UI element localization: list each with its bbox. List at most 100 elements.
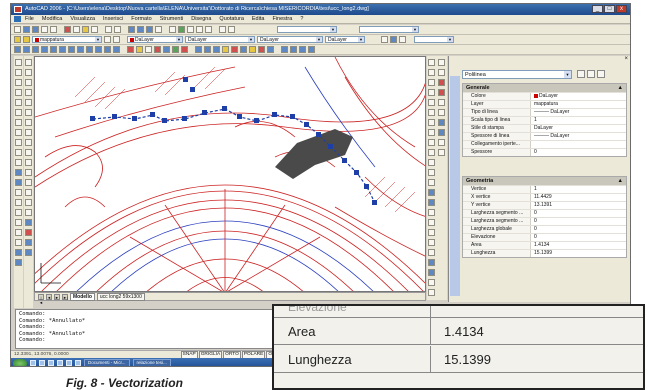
tool-icon-e[interactable] <box>428 279 435 286</box>
light-icon[interactable] <box>222 46 229 53</box>
ucs-face-icon[interactable] <box>308 46 315 53</box>
tool-icon-a[interactable] <box>15 249 22 256</box>
drawing-canvas[interactable] <box>34 56 426 292</box>
materials-icon[interactable] <box>231 46 238 53</box>
prop-row[interactable]: Lunghezza 15.1399 <box>463 249 626 257</box>
inquiry-area-icon[interactable] <box>428 219 435 226</box>
spline-icon[interactable] <box>15 139 22 146</box>
tool-icon-k[interactable] <box>438 99 445 106</box>
layer-combo[interactable]: mappatura ▼ <box>32 36 102 43</box>
dim-continue-icon[interactable] <box>86 46 93 53</box>
next-tab-button[interactable]: ► <box>54 293 60 300</box>
join-icon[interactable] <box>25 179 32 186</box>
quicklaunch-icon[interactable] <box>39 360 45 366</box>
minimize-button[interactable]: _ <box>592 5 603 13</box>
help-icon[interactable] <box>228 26 235 33</box>
osnap-endpoint-icon[interactable] <box>428 59 435 66</box>
prop-row[interactable]: Area 1.4134 <box>463 241 626 249</box>
tool-icon-g[interactable] <box>438 59 445 66</box>
prop-row[interactable]: Layer mappatura <box>463 100 626 108</box>
open-icon[interactable] <box>23 26 30 33</box>
quicklaunch-icon[interactable] <box>30 360 36 366</box>
tool-icon-p[interactable] <box>438 149 445 156</box>
linetype-combo[interactable]: DaLayer ▼ <box>185 36 255 43</box>
quicklaunch-icon[interactable] <box>75 360 81 366</box>
menu-inserisci[interactable]: Inserisci <box>103 16 123 22</box>
mtext-icon[interactable] <box>15 239 22 246</box>
prop-row[interactable]: Tipo di linea ——— DaLayer <box>463 108 626 116</box>
tolerance-icon[interactable] <box>104 46 111 53</box>
layer-tool-icon[interactable] <box>25 229 32 236</box>
gradient-icon[interactable] <box>172 46 179 53</box>
ucs-world-icon[interactable] <box>290 46 297 53</box>
line-icon[interactable] <box>15 59 22 66</box>
make-current-icon[interactable] <box>104 36 111 43</box>
tool-icon-n[interactable] <box>438 129 445 136</box>
background-icon[interactable] <box>249 46 256 53</box>
prop-row[interactable]: Colore DaLayer <box>463 92 626 100</box>
fillet-icon[interactable] <box>25 199 32 206</box>
osnap-intersection-icon[interactable] <box>428 79 435 86</box>
close-icon[interactable]: × <box>624 56 628 62</box>
plotstyle-combo[interactable]: DaLayer ▼ <box>325 36 365 43</box>
break-icon[interactable] <box>25 169 32 176</box>
layer-manager-icon[interactable] <box>14 36 21 43</box>
print-icon[interactable] <box>41 26 48 33</box>
taskbar-task-documents[interactable]: Documenti - Micr... <box>84 359 130 366</box>
undo-icon[interactable] <box>105 26 112 33</box>
view-icon[interactable] <box>381 36 388 43</box>
dim-text-edit-icon[interactable] <box>136 46 143 53</box>
orbit-icon[interactable] <box>195 46 202 53</box>
prop-row[interactable]: Elevazione 0 <box>463 233 626 241</box>
dim-linear-icon[interactable] <box>14 46 21 53</box>
text-icon[interactable] <box>25 219 32 226</box>
menu-edita[interactable]: Edita <box>252 16 265 22</box>
quicklaunch-icon[interactable] <box>66 360 72 366</box>
menu-visualizza[interactable]: Visualizza <box>70 16 95 22</box>
landscape-icon[interactable] <box>267 46 274 53</box>
arc-icon[interactable] <box>15 109 22 116</box>
sheetset-icon[interactable] <box>196 26 203 33</box>
dim-baseline-icon[interactable] <box>77 46 84 53</box>
preview-icon[interactable] <box>50 26 57 33</box>
dim-update-icon[interactable] <box>145 46 152 53</box>
construction-line-icon[interactable] <box>15 69 22 76</box>
gradient-draw-icon[interactable] <box>15 209 22 216</box>
section-header-geometry[interactable]: Geometria ▲ <box>463 177 626 185</box>
prop-row[interactable]: Vertice 1 <box>463 185 626 193</box>
erase-icon[interactable] <box>25 59 32 66</box>
osnap-midpoint-icon[interactable] <box>428 69 435 76</box>
ellipse-icon[interactable] <box>15 149 22 156</box>
osnap-none-icon[interactable] <box>428 169 435 176</box>
osnap-parallel-icon[interactable] <box>428 129 435 136</box>
select-objects-icon[interactable] <box>587 70 595 78</box>
prop-row[interactable]: Spessore di linea ——— DaLayer <box>463 132 626 140</box>
inquiry-locate-icon[interactable] <box>428 249 435 256</box>
move-icon[interactable] <box>25 109 32 116</box>
stretch-icon[interactable] <box>25 139 32 146</box>
hatch-icon[interactable] <box>163 46 170 53</box>
menu-disegna[interactable]: Disegna <box>191 16 211 22</box>
quick-dim-icon[interactable] <box>68 46 75 53</box>
layer-state-icon[interactable] <box>23 36 30 43</box>
menu-help[interactable]: ? <box>300 16 303 22</box>
prop-row[interactable]: Stile di stampa DaLayer <box>463 124 626 132</box>
rectangle-icon[interactable] <box>15 99 22 106</box>
new-icon[interactable] <box>14 26 21 33</box>
menu-formato[interactable]: Formato <box>131 16 151 22</box>
menu-strumenti[interactable]: Strumenti <box>160 16 184 22</box>
first-tab-button[interactable]: |◄ <box>38 293 44 305</box>
tool-icon-c[interactable] <box>25 239 32 246</box>
properties-icon[interactable] <box>169 26 176 33</box>
quicklaunch-icon[interactable] <box>48 360 54 366</box>
calculator-icon[interactable] <box>219 26 226 33</box>
prop-row[interactable]: Spessore 0 <box>463 148 626 156</box>
extend-icon[interactable] <box>25 159 32 166</box>
center-mark-icon[interactable] <box>113 46 120 53</box>
text-style-combo[interactable]: ▼ <box>277 26 337 33</box>
taskbar-task-relazione[interactable]: relazione tesi... <box>132 359 171 366</box>
viewport-scale-combo[interactable]: ▼ <box>414 36 454 43</box>
tool-icon-f[interactable] <box>428 289 435 296</box>
osnap-node-icon[interactable] <box>428 139 435 146</box>
matchprop-icon[interactable] <box>91 26 98 33</box>
